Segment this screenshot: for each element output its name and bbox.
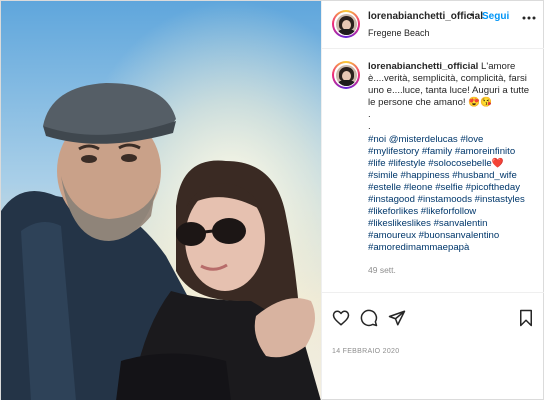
post-sidebar: lorenabianchetti_official • Segui Fregen… [321, 1, 544, 400]
hashtag-line[interactable]: #instagood #instamoods #instastyles [368, 194, 540, 206]
action-bar [322, 292, 544, 342]
caption-line: le persone che amano! 😍😘 [368, 97, 493, 109]
hashtag-line[interactable]: #likeslikeslikes #sanvalentin [368, 218, 540, 230]
caption-text: lorenabianchetti_official L'amore è....v… [368, 61, 540, 255]
post-date: 14 FEBBRAIO 2020 [332, 348, 400, 355]
caption-line: L'amore [481, 61, 516, 72]
location-link[interactable]: Fregene Beach [368, 28, 430, 38]
time-ago: 49 sett. [368, 265, 396, 275]
caption-line: . [368, 121, 371, 133]
hashtag-line[interactable]: #simile #happiness #husband_wife [368, 170, 540, 182]
username-link[interactable]: lorenabianchetti_official [368, 11, 483, 22]
comment-icon[interactable] [360, 309, 378, 332]
follow-button[interactable]: Segui [482, 11, 509, 22]
hashtag-line[interactable]: #estelle #leone #selfie #picoftheday [368, 182, 540, 194]
profile-avatar[interactable] [332, 10, 360, 38]
hashtag-line[interactable]: #amoredimammaepapà [368, 242, 540, 254]
hashtag-line[interactable]: #amoureux #buonsanvalentino [368, 230, 540, 242]
bookmark-icon[interactable] [518, 309, 534, 332]
hashtag-line[interactable]: #likeforlikes #likeforfollow [368, 206, 540, 218]
hashtag-line[interactable]: #noi @misterdelucas #love [368, 134, 540, 146]
caption-section: lorenabianchetti_official L'amore è....v… [322, 49, 544, 292]
more-horizontal-icon[interactable] [522, 11, 536, 28]
caption-username-link[interactable]: lorenabianchetti_official [368, 61, 478, 72]
hashtag-line[interactable]: #mylifestory #family #amoreinfinito [368, 146, 540, 158]
caption-avatar[interactable] [332, 61, 360, 89]
caption-line: è....verità, semplicità, complicità, far… [368, 73, 527, 85]
heart-icon[interactable] [332, 309, 350, 332]
post-photo[interactable] [1, 1, 321, 400]
caption-line: uno e....luce, tanta luce! Auguri a tutt… [368, 85, 530, 97]
instagram-post: lorenabianchetti_official • Segui Fregen… [0, 0, 544, 400]
post-header: lorenabianchetti_official • Segui Fregen… [322, 1, 544, 49]
hashtag-line[interactable]: #life #lifestyle #solocosebelle❤️ [368, 158, 540, 170]
separator-dot: • [470, 10, 474, 21]
caption-line: . [368, 109, 371, 121]
share-icon[interactable] [388, 309, 406, 332]
